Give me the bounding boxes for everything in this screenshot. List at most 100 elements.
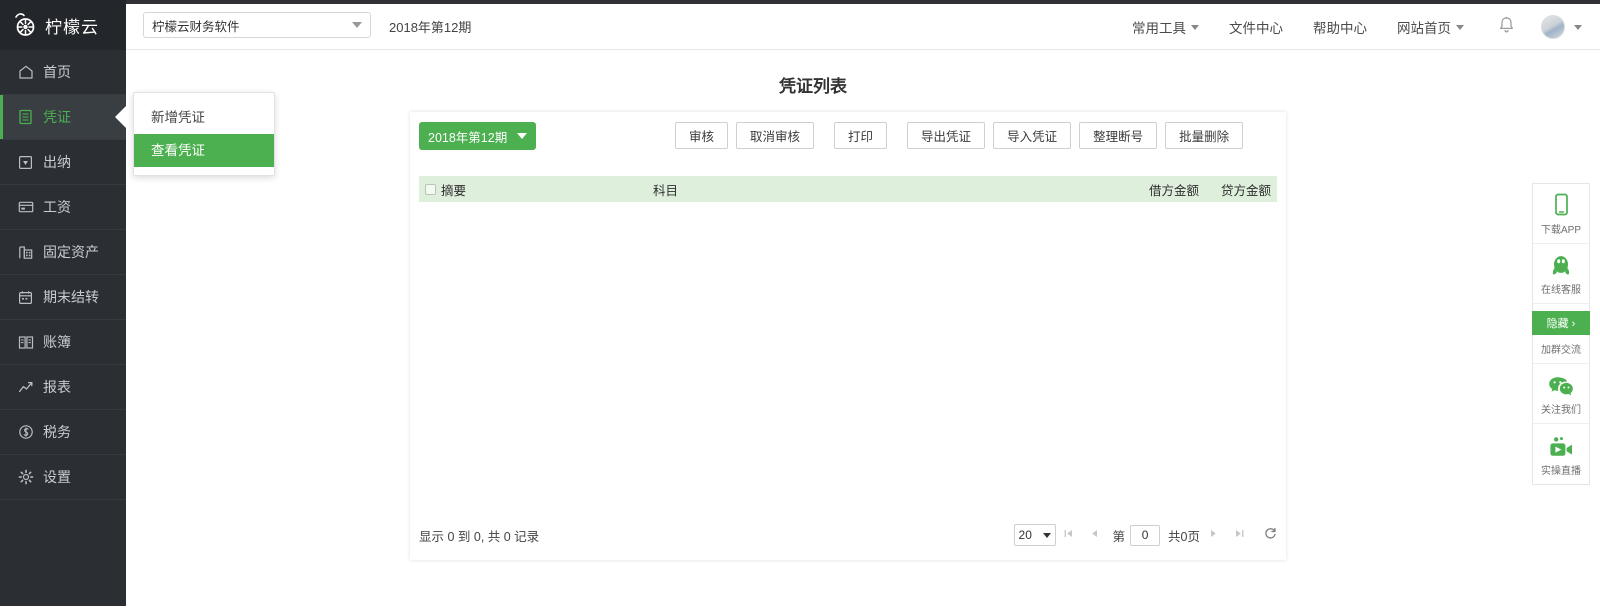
sidebar-item-ledger-label: 账簿 xyxy=(43,334,71,350)
voucher-list-panel: 2018年第12期 审核 取消审核 打印 导出凭证 导入凭证 整理断号 批量删除… xyxy=(410,112,1286,560)
chevron-down-icon xyxy=(1191,24,1199,30)
sidebar-item-reports[interactable]: 报表 xyxy=(0,365,126,410)
cashier-icon xyxy=(17,154,34,171)
left-sidebar: 首页 凭证 出纳 工资 固定资产 期末结转 账簿 报表 税务 设置 xyxy=(0,50,126,610)
card-icon xyxy=(17,199,34,216)
table-footer: 显示 0 到 0, 共 0 记录 20 第 0 共0页 xyxy=(419,522,1277,548)
sidebar-item-period-close[interactable]: 期末结转 xyxy=(0,275,126,320)
sidebar-item-home[interactable]: 首页 xyxy=(0,50,126,95)
widget-live-class-label: 实操直播 xyxy=(1541,465,1581,477)
sidebar-item-ledger[interactable]: 账簿 xyxy=(0,320,126,365)
page-prefix-label: 第 xyxy=(1112,529,1126,544)
first-page-icon[interactable] xyxy=(1056,528,1082,542)
page-title: 凭证列表 xyxy=(779,77,847,96)
header-menu-help-label: 帮助中心 xyxy=(1313,21,1367,36)
header-period-label: 2018年第12期 xyxy=(389,20,472,35)
top-header: 柠檬云 柠檬云财务软件 2018年第12期 常用工具 文件中心 帮助中心 网站首… xyxy=(0,0,1600,50)
header-menu-tools[interactable]: 常用工具 xyxy=(1132,17,1199,37)
widget-live-class[interactable]: 实操直播 xyxy=(1533,424,1589,484)
refresh-icon[interactable] xyxy=(1264,527,1277,543)
bell-icon[interactable] xyxy=(1498,16,1515,39)
column-header-summary[interactable]: 摘要 xyxy=(441,180,653,199)
print-button[interactable]: 打印 xyxy=(834,122,888,149)
chevron-down-icon xyxy=(517,133,528,139)
column-header-debit[interactable]: 借方金额 xyxy=(1093,180,1199,199)
pagination: 20 第 0 共0页 xyxy=(1013,524,1277,546)
sidebar-item-salary-label: 工资 xyxy=(43,199,71,215)
widget-online-service[interactable]: 在线客服 xyxy=(1533,244,1589,304)
gear-icon xyxy=(17,469,34,486)
header-menu-help[interactable]: 帮助中心 xyxy=(1313,17,1367,37)
widget-follow-us-label: 关注我们 xyxy=(1541,405,1581,416)
sidebar-item-tax[interactable]: 税务 xyxy=(0,410,126,455)
app-root: 柠檬云 柠檬云财务软件 2018年第12期 常用工具 文件中心 帮助中心 网站首… xyxy=(0,0,1600,610)
chevron-down-icon xyxy=(352,22,362,28)
chevron-down-icon xyxy=(1042,532,1051,538)
avatar xyxy=(1541,15,1565,39)
page-number-input[interactable]: 0 xyxy=(1130,524,1161,546)
building-icon xyxy=(17,244,34,261)
phone-icon xyxy=(1553,191,1570,217)
book-icon xyxy=(17,334,34,351)
brand-logo[interactable]: 柠檬云 xyxy=(0,0,126,50)
header-menu-website[interactable]: 网站首页 xyxy=(1397,17,1464,37)
header-menu-files-label: 文件中心 xyxy=(1229,21,1283,36)
user-menu[interactable] xyxy=(1541,15,1582,39)
sidebar-item-cashier[interactable]: 出纳 xyxy=(0,140,126,185)
home-icon xyxy=(17,64,34,81)
sidebar-item-cashier-label: 出纳 xyxy=(43,154,71,170)
import-voucher-button[interactable]: 导入凭证 xyxy=(993,122,1072,149)
company-select[interactable]: 柠檬云财务软件 xyxy=(143,12,371,38)
sidebar-item-voucher-label: 凭证 xyxy=(43,109,71,125)
widget-download-app-label: 下载APP xyxy=(1540,225,1581,236)
batch-delete-button[interactable]: 批量删除 xyxy=(1165,122,1244,149)
submenu-item-view-voucher[interactable]: 查看凭证 xyxy=(134,134,274,167)
video-camera-icon xyxy=(1548,432,1574,458)
coin-icon xyxy=(17,424,34,441)
submenu-item-new-voucher[interactable]: 新增凭证 xyxy=(134,101,274,134)
hide-widget-bar-button[interactable]: 隐藏 › xyxy=(1532,311,1590,335)
header-menu-files[interactable]: 文件中心 xyxy=(1229,17,1283,37)
wechat-icon xyxy=(1548,371,1574,397)
sidebar-item-fixed-assets[interactable]: 固定资产 xyxy=(0,230,126,275)
sidebar-item-voucher[interactable]: 凭证 xyxy=(0,95,126,140)
sidebar-item-period-close-label: 期末结转 xyxy=(43,289,99,305)
column-header-subject[interactable]: 科目 xyxy=(653,180,1093,199)
widget-online-service-label: 在线客服 xyxy=(1541,285,1581,296)
voucher-submenu: 新增凭证 查看凭证 xyxy=(133,92,275,176)
chevron-down-icon xyxy=(1456,24,1464,30)
sidebar-item-settings-label: 设置 xyxy=(43,469,71,485)
period-filter-label: 2018年第12期 xyxy=(428,130,508,145)
organize-numbers-button[interactable]: 整理断号 xyxy=(1079,122,1158,149)
header-right-group: 常用工具 文件中心 帮助中心 网站首页 xyxy=(1102,4,1582,50)
chevron-down-icon xyxy=(1574,24,1582,30)
export-voucher-button[interactable]: 导出凭证 xyxy=(907,122,986,149)
header-menu-website-label: 网站首页 xyxy=(1397,21,1451,36)
cancel-audit-button[interactable]: 取消审核 xyxy=(736,122,815,149)
page-size-select[interactable]: 20 xyxy=(1013,524,1056,546)
toolbar: 2018年第12期 审核 取消审核 打印 导出凭证 导入凭证 整理断号 批量删除 xyxy=(410,112,1286,161)
sidebar-item-salary[interactable]: 工资 xyxy=(0,185,126,230)
chart-icon xyxy=(17,379,34,396)
company-select-value: 柠檬云财务软件 xyxy=(152,19,240,34)
sidebar-item-settings[interactable]: 设置 xyxy=(0,455,126,500)
bottom-decor-strip xyxy=(0,606,1600,610)
select-all-checkbox[interactable] xyxy=(419,183,441,195)
widget-follow-us[interactable]: 关注我们 xyxy=(1533,364,1589,424)
widget-join-group-label: 加群交流 xyxy=(1541,345,1581,356)
toolbar-button-group: 审核 取消审核 打印 导出凭证 导入凭证 整理断号 批量删除 xyxy=(675,122,1251,149)
table-header-row: 摘要 科目 借方金额 贷方金额 xyxy=(419,176,1277,202)
checkbox-box xyxy=(424,183,436,195)
sidebar-item-fixed-assets-label: 固定资产 xyxy=(43,244,99,260)
prev-page-icon[interactable] xyxy=(1082,528,1108,542)
lemon-slice-icon xyxy=(12,12,38,38)
sidebar-item-tax-label: 税务 xyxy=(43,424,71,440)
next-page-icon[interactable] xyxy=(1200,528,1226,542)
last-page-icon[interactable] xyxy=(1226,528,1252,542)
audit-button[interactable]: 审核 xyxy=(675,122,729,149)
table-body-empty xyxy=(419,202,1277,512)
period-filter-button[interactable]: 2018年第12期 xyxy=(419,122,537,150)
total-pages-label: 共0页 xyxy=(1168,529,1200,544)
column-header-credit[interactable]: 贷方金额 xyxy=(1199,180,1271,199)
widget-download-app[interactable]: 下载APP xyxy=(1533,184,1589,244)
